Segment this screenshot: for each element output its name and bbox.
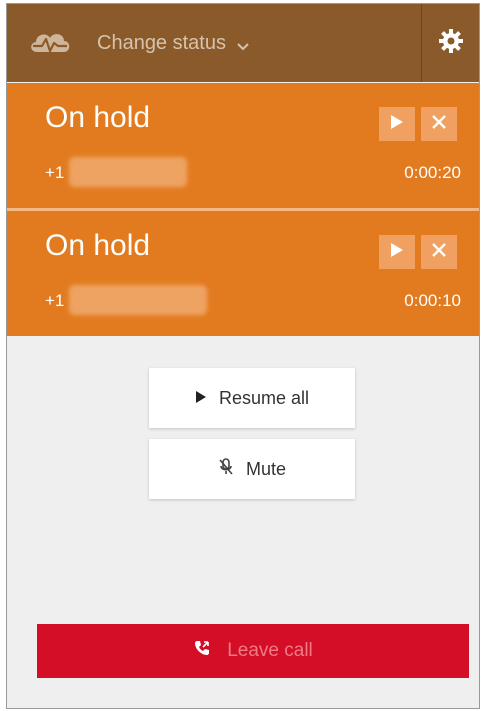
redacted-number-blur xyxy=(69,285,207,315)
redacted-number-blur xyxy=(69,157,187,187)
leave-call-button[interactable]: Leave call xyxy=(37,624,469,678)
leave-call-label: Leave call xyxy=(227,640,313,661)
settings-button[interactable] xyxy=(422,4,479,82)
caller-number: +1 xyxy=(45,291,65,310)
resume-call-button[interactable] xyxy=(379,107,415,141)
play-icon xyxy=(390,114,404,135)
call-card: On hold +1 0:00:10 xyxy=(7,211,479,336)
microphone-off-icon xyxy=(218,457,234,481)
gear-icon xyxy=(438,28,464,59)
play-icon xyxy=(390,242,404,263)
change-status-label: Change status xyxy=(97,31,226,54)
close-icon xyxy=(431,242,447,263)
resume-all-label: Resume all xyxy=(218,387,310,408)
call-status: On hold xyxy=(45,101,151,134)
mute-button[interactable]: Mute xyxy=(149,439,355,499)
resume-call-button[interactable] xyxy=(379,235,415,269)
call-duration: 0:00:10 xyxy=(404,291,461,310)
resume-all-button[interactable]: Resume all xyxy=(149,368,355,428)
softphone-panel: Change status On hold +1 0:00:20 On hold… xyxy=(6,3,480,709)
call-card: On hold +1 0:00:20 xyxy=(7,83,479,208)
top-bar: Change status xyxy=(7,4,479,82)
phone-icon xyxy=(193,639,211,663)
cloud-pulse-logo-icon xyxy=(27,26,73,60)
chevron-down-icon xyxy=(236,37,250,51)
caller-number: +1 xyxy=(45,163,65,182)
end-call-button[interactable] xyxy=(421,235,457,269)
mute-label: Mute xyxy=(245,458,287,479)
end-call-button[interactable] xyxy=(421,107,457,141)
call-duration: 0:00:20 xyxy=(404,163,461,182)
close-icon xyxy=(431,114,447,135)
call-status: On hold xyxy=(45,229,151,262)
play-icon xyxy=(195,388,207,409)
change-status-dropdown[interactable]: Change status xyxy=(97,30,250,56)
